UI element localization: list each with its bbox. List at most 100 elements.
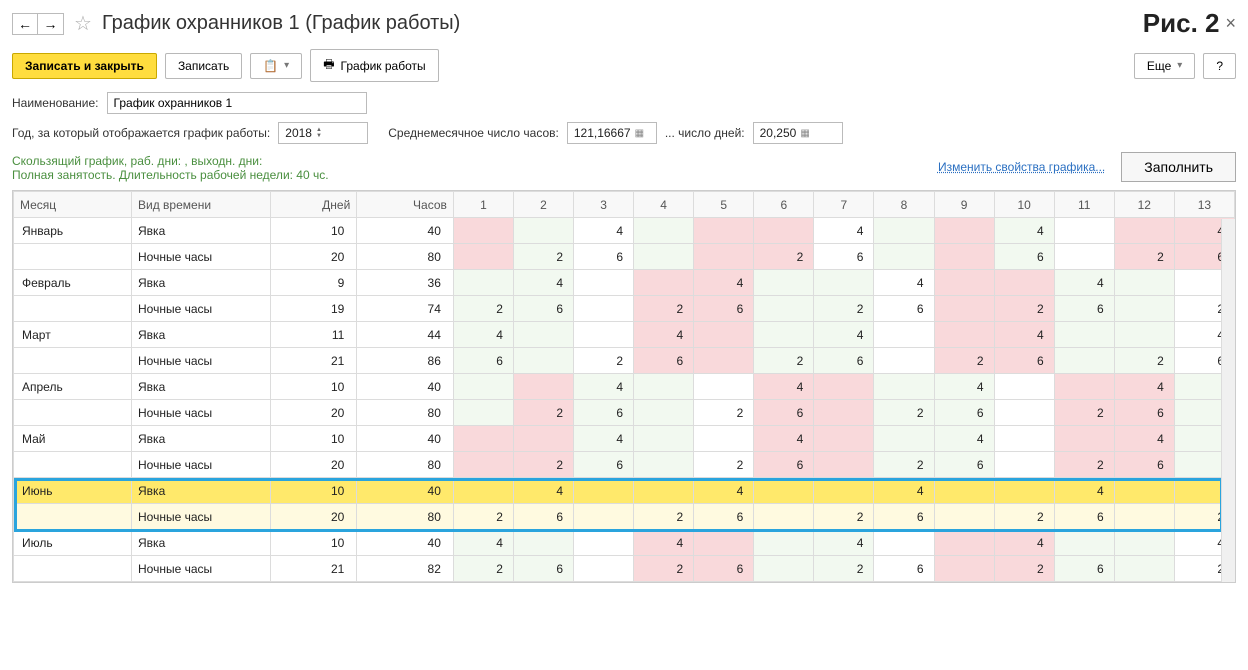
day-cell[interactable]: 2: [453, 556, 513, 582]
day-cell[interactable]: [1114, 296, 1174, 322]
table-row[interactable]: Ночные часы208026262626: [14, 452, 1235, 478]
day-cell[interactable]: 4: [814, 322, 874, 348]
table-row[interactable]: ФевральЯвка9364444: [14, 270, 1235, 296]
day-cell[interactable]: 2: [754, 348, 814, 374]
day-cell[interactable]: 6: [513, 296, 573, 322]
day-cell[interactable]: 6: [874, 556, 934, 582]
day-cell[interactable]: 6: [814, 244, 874, 270]
day-cell[interactable]: [1114, 270, 1174, 296]
table-row[interactable]: Ночные часы20802626626: [14, 244, 1235, 270]
day-cell[interactable]: [1114, 322, 1174, 348]
day-cell[interactable]: [874, 374, 934, 400]
table-row[interactable]: Ночные часы2182262626262: [14, 556, 1235, 582]
help-button[interactable]: ?: [1203, 53, 1236, 79]
day-cell[interactable]: [694, 244, 754, 270]
day-cell[interactable]: [453, 400, 513, 426]
day-cell[interactable]: 4: [453, 322, 513, 348]
day-cell[interactable]: 6: [934, 400, 994, 426]
day-cell[interactable]: 6: [754, 452, 814, 478]
day-cell[interactable]: 2: [814, 556, 874, 582]
day-cell[interactable]: 6: [634, 348, 694, 374]
calculator-icon[interactable]: ▦: [635, 128, 644, 139]
day-cell[interactable]: 2: [453, 504, 513, 530]
day-cell[interactable]: 4: [453, 530, 513, 556]
day-cell[interactable]: [814, 478, 874, 504]
day-cell[interactable]: [694, 426, 754, 452]
table-row[interactable]: Ночные часы2186626262626: [14, 348, 1235, 374]
day-cell[interactable]: 4: [634, 530, 694, 556]
day-cell[interactable]: 2: [513, 400, 573, 426]
day-cell[interactable]: [453, 452, 513, 478]
day-cell[interactable]: 4: [754, 426, 814, 452]
day-cell[interactable]: 4: [994, 218, 1054, 244]
day-cell[interactable]: 4: [1114, 426, 1174, 452]
table-row[interactable]: Ночные часы2080262626262: [14, 504, 1235, 530]
day-cell[interactable]: [453, 478, 513, 504]
day-cell[interactable]: [994, 478, 1054, 504]
day-cell[interactable]: 4: [1114, 374, 1174, 400]
day-cell[interactable]: [453, 426, 513, 452]
day-cell[interactable]: 2: [634, 504, 694, 530]
day-cell[interactable]: 6: [934, 452, 994, 478]
day-cell[interactable]: 4: [934, 426, 994, 452]
day-cell[interactable]: [1054, 374, 1114, 400]
day-cell[interactable]: [634, 374, 694, 400]
day-cell[interactable]: [634, 400, 694, 426]
day-cell[interactable]: 4: [994, 322, 1054, 348]
day-cell[interactable]: 6: [874, 296, 934, 322]
schedule-button[interactable]: 🖶 График работы: [310, 49, 438, 82]
table-row[interactable]: МартЯвка114444444: [14, 322, 1235, 348]
day-cell[interactable]: [574, 478, 634, 504]
table-row[interactable]: Ночные часы208026262626: [14, 400, 1235, 426]
back-button[interactable]: ←: [12, 13, 38, 35]
day-cell[interactable]: 4: [513, 478, 573, 504]
day-cell[interactable]: 4: [694, 478, 754, 504]
day-cell[interactable]: [574, 556, 634, 582]
day-cell[interactable]: [934, 504, 994, 530]
day-cell[interactable]: 2: [994, 556, 1054, 582]
clipboard-button[interactable]: 📋 ▾: [250, 53, 302, 79]
day-cell[interactable]: [634, 426, 694, 452]
day-cell[interactable]: 2: [994, 504, 1054, 530]
day-cell[interactable]: [874, 322, 934, 348]
day-cell[interactable]: [814, 374, 874, 400]
day-cell[interactable]: 6: [574, 244, 634, 270]
day-cell[interactable]: 6: [1054, 504, 1114, 530]
day-cell[interactable]: 6: [1054, 556, 1114, 582]
day-cell[interactable]: [1114, 504, 1174, 530]
day-cell[interactable]: 2: [934, 348, 994, 374]
day-cell[interactable]: [934, 530, 994, 556]
day-cell[interactable]: [574, 270, 634, 296]
day-cell[interactable]: 6: [874, 504, 934, 530]
day-cell[interactable]: [513, 530, 573, 556]
day-cell[interactable]: [874, 530, 934, 556]
day-cell[interactable]: 2: [814, 504, 874, 530]
day-cell[interactable]: 6: [754, 400, 814, 426]
day-cell[interactable]: [574, 504, 634, 530]
day-cell[interactable]: [934, 296, 994, 322]
day-cell[interactable]: [874, 348, 934, 374]
day-cell[interactable]: [513, 348, 573, 374]
day-cell[interactable]: [934, 556, 994, 582]
day-cell[interactable]: [694, 530, 754, 556]
day-cell[interactable]: [634, 244, 694, 270]
day-cell[interactable]: [453, 270, 513, 296]
day-cell[interactable]: 6: [1114, 400, 1174, 426]
table-row[interactable]: ИюньЯвка10404444: [14, 478, 1235, 504]
day-cell[interactable]: [814, 426, 874, 452]
day-cell[interactable]: [513, 426, 573, 452]
day-cell[interactable]: [814, 452, 874, 478]
day-cell[interactable]: 4: [994, 530, 1054, 556]
day-cell[interactable]: [874, 426, 934, 452]
day-cell[interactable]: [1114, 530, 1174, 556]
day-cell[interactable]: [814, 270, 874, 296]
day-cell[interactable]: [934, 218, 994, 244]
day-cell[interactable]: 4: [634, 322, 694, 348]
days-input[interactable]: 20,250 ▦: [753, 122, 843, 144]
day-cell[interactable]: 4: [934, 374, 994, 400]
favorite-star-icon[interactable]: ☆: [74, 11, 92, 36]
calculator-icon[interactable]: ▦: [800, 128, 809, 139]
day-cell[interactable]: [1114, 218, 1174, 244]
day-cell[interactable]: [994, 400, 1054, 426]
change-properties-link[interactable]: Изменить свойства графика...: [938, 160, 1105, 174]
